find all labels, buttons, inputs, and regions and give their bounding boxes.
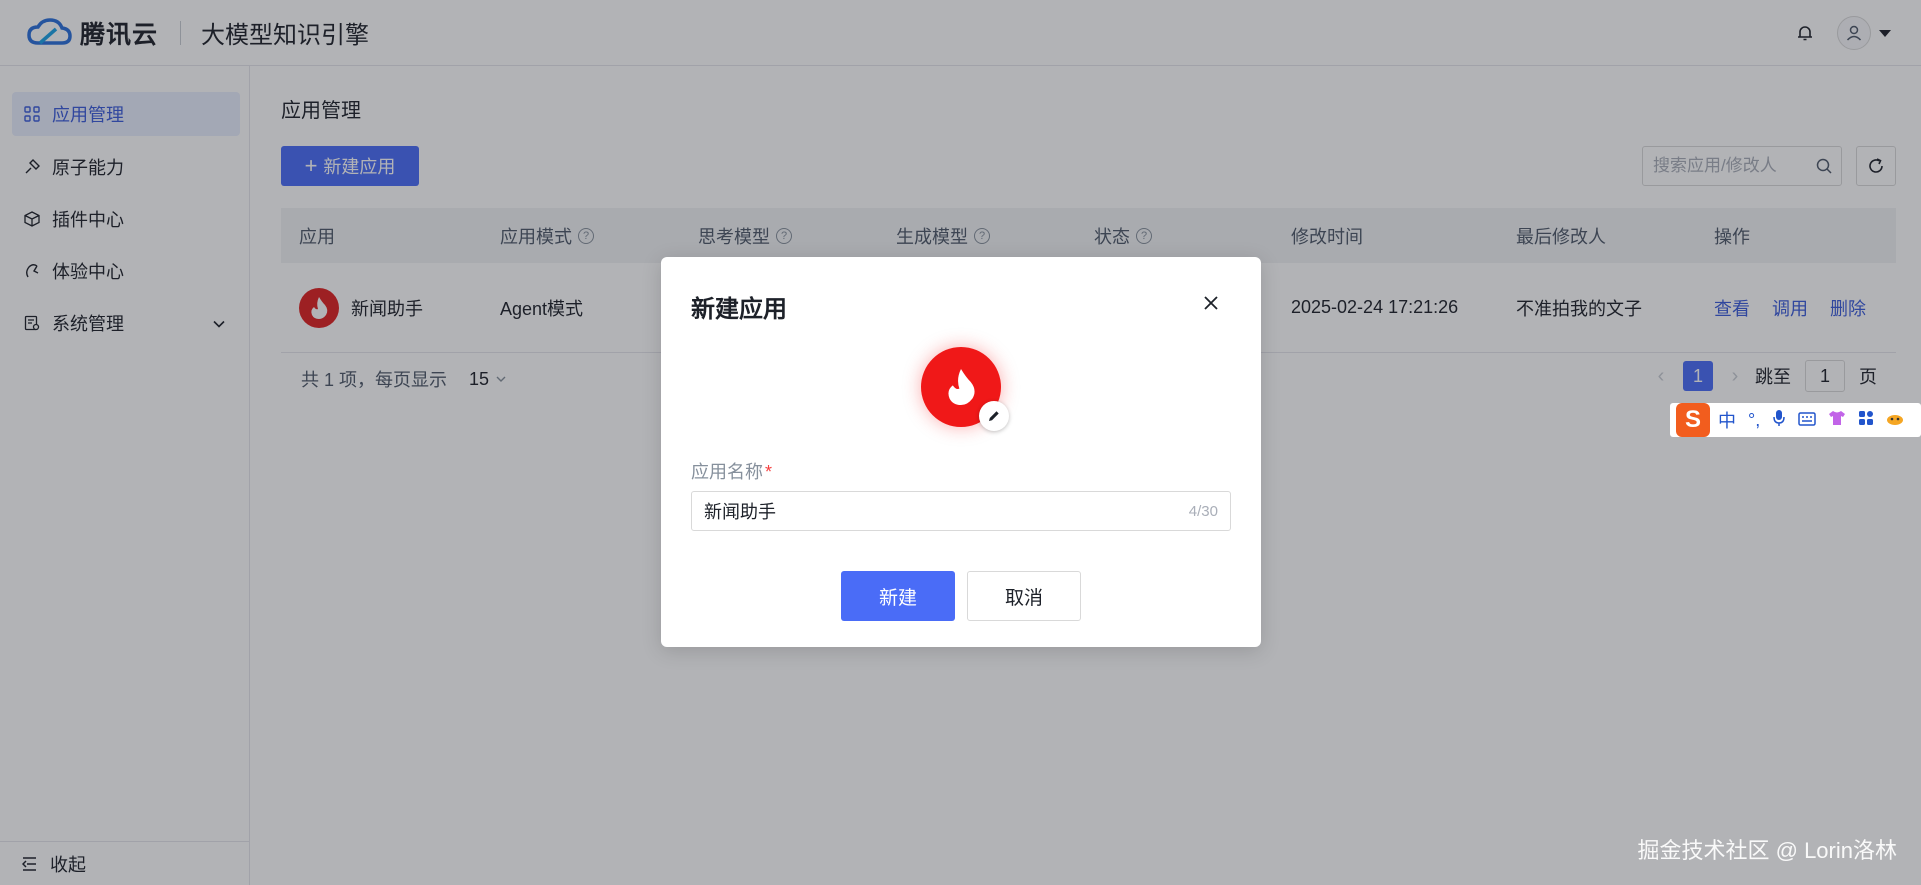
- close-icon[interactable]: [1201, 293, 1221, 313]
- ime-punct-toggle[interactable]: °,: [1748, 410, 1760, 431]
- flame-icon: [948, 369, 975, 405]
- edit-avatar-button[interactable]: [979, 401, 1009, 431]
- app-name-input[interactable]: [704, 500, 1189, 522]
- modal-title: 新建应用: [691, 296, 787, 323]
- sogou-ime-logo[interactable]: S: [1676, 403, 1710, 437]
- cancel-button[interactable]: 取消: [967, 571, 1081, 621]
- app-name-label: 应用名称 *: [691, 458, 772, 484]
- required-mark: *: [765, 462, 773, 482]
- char-counter: 4/30: [1188, 502, 1218, 520]
- pencil-icon: [989, 411, 999, 421]
- app-name-label-text: 应用名称: [691, 462, 763, 482]
- create-button[interactable]: 新建: [841, 571, 955, 621]
- ime-lang-toggle[interactable]: 中: [1718, 407, 1736, 433]
- keyboard-icon[interactable]: [1798, 410, 1816, 431]
- watermark: 掘金技术社区 @ Lorin洛林: [1637, 838, 1897, 863]
- app-name-field: 4/30: [691, 491, 1231, 531]
- microphone-icon[interactable]: [1772, 409, 1786, 432]
- toolbox-icon[interactable]: [1858, 410, 1874, 431]
- new-app-modal: 新建应用 应用名称* 4/30 新建 取消: [661, 257, 1261, 647]
- ime-toolbar: S 中 °,: [1670, 403, 1921, 437]
- skin-icon[interactable]: [1828, 410, 1846, 431]
- mascot-icon[interactable]: [1886, 410, 1906, 431]
